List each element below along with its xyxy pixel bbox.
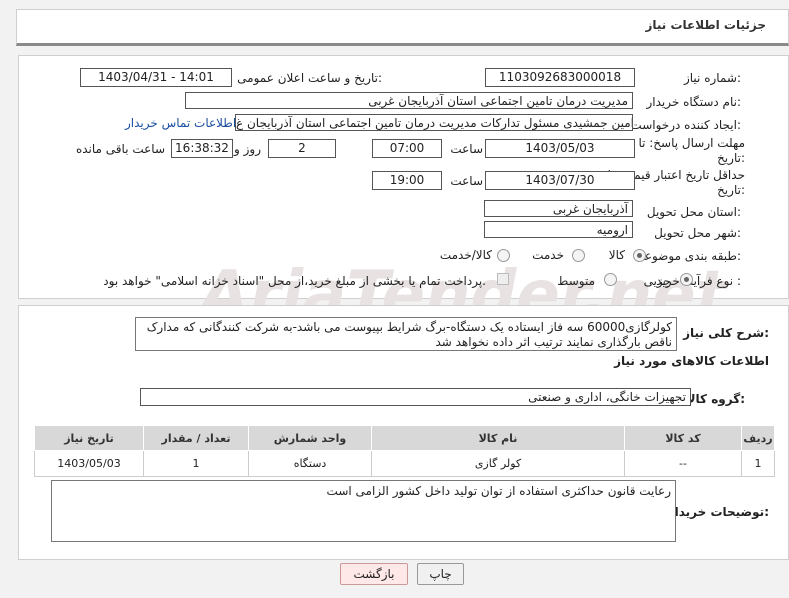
category-label: طبقه بندی موضوعی: (634, 249, 741, 263)
need-number-label: شماره نیاز: (683, 71, 741, 85)
page-title: جزئیات اطلاعات نیاز (645, 18, 766, 32)
treasury-payment-checkbox[interactable] (497, 273, 509, 285)
process-minor-radio[interactable] (680, 273, 693, 286)
contact-info-link[interactable]: اطلاعات تماس خریدار (125, 116, 236, 130)
cell-code: -- (624, 450, 742, 477)
description-text: کولرگازی60000 سه فاز ایستاده یک دستگاه-ب… (146, 320, 672, 349)
payment-note: پرداخت تمام یا بخشی از مبلغ خرید،از محل … (103, 274, 486, 288)
deadline-label: مهلت ارسال پاسخ: تا (638, 136, 745, 150)
goods-group-field[interactable]: تجهیزات خانگی، اداری و صنعتی (140, 388, 691, 406)
process-medium-label: متوسط (557, 274, 595, 288)
col-row: ردیف (741, 425, 775, 451)
deadline-time-label: ساعت (450, 142, 483, 156)
remaining-label: ساعت باقی مانده (75, 142, 165, 156)
days-label: روز و (234, 142, 261, 156)
category-service-radio[interactable] (572, 249, 585, 262)
need-number-field[interactable]: 1103092683000018 (485, 68, 635, 87)
deadline-date-label: تاریخ: (717, 151, 745, 165)
buyer-notes-box[interactable]: رعایت قانون حداکثری استفاده از توان تولی… (51, 480, 676, 542)
cell-row: 1 (741, 450, 775, 477)
category-goods-service-label: کالا/خدمت (439, 248, 492, 262)
col-quantity: تعداد / مقدار (143, 425, 249, 451)
creator-label: ایجاد کننده درخواست: (630, 118, 741, 132)
goods-section-title: اطلاعات کالاهای مورد نیاز (614, 354, 769, 368)
process-minor-label: جزیی (643, 274, 671, 288)
cell-unit: دستگاه (248, 450, 372, 477)
process-medium-radio[interactable] (604, 273, 617, 286)
category-goods-service-radio[interactable] (497, 249, 510, 262)
category-goods-radio[interactable] (633, 249, 646, 262)
goods-table: ردیف کد کالا نام کالا واحد شمارش تعداد /… (34, 425, 775, 477)
creator-field[interactable]: امین جمشیدی مسئول تدارکات مدیریت درمان ت… (235, 114, 633, 131)
days-field[interactable]: 2 (268, 139, 336, 158)
category-service-label: خدمت (532, 248, 564, 262)
category-goods-label: کالا (608, 248, 625, 262)
remaining-time-field[interactable]: 16:38:32 (171, 139, 233, 158)
buyer-notes-label: توضیحات خریدار: (667, 505, 769, 519)
city-field[interactable]: ارومیه (484, 221, 633, 238)
buyer-org-label: نام دستگاه خریدار: (646, 95, 742, 109)
buyer-notes-text: رعایت قانون حداکثری استفاده از توان تولی… (326, 484, 671, 498)
province-field[interactable]: آذربایجان غربی (484, 200, 633, 217)
col-code: کد کالا (624, 425, 742, 451)
col-name: نام کالا (371, 425, 625, 451)
description-box[interactable]: کولرگازی60000 سه فاز ایستاده یک دستگاه-ب… (135, 317, 677, 351)
goods-table-header: ردیف کد کالا نام کالا واحد شمارش تعداد /… (34, 425, 775, 451)
validity-date-field[interactable]: 1403/07/30 (485, 171, 635, 190)
cell-need-date: 1403/05/03 (34, 450, 144, 477)
city-label: شهر محل تحویل: (654, 226, 741, 240)
deadline-time-field[interactable]: 07:00 (372, 139, 442, 158)
validity-date-label: تاریخ: (717, 183, 745, 197)
announce-field[interactable]: 1403/04/31 - 14:01 (80, 68, 232, 87)
cell-quantity: 1 (143, 450, 249, 477)
col-need-date: تاریخ نیاز (34, 425, 144, 451)
validity-time-field[interactable]: 19:00 (372, 171, 442, 190)
col-unit: واحد شمارش (248, 425, 372, 451)
description-label: شرح کلی نیاز: (683, 326, 769, 340)
buyer-org-field[interactable]: مدیریت درمان تامین اجتماعی استان آذربایج… (185, 92, 633, 109)
cell-name: کولر گازی (371, 450, 625, 477)
province-label: استان محل تحویل: (646, 205, 741, 219)
deadline-date-field[interactable]: 1403/05/03 (485, 139, 635, 158)
announce-label: تاریخ و ساعت اعلان عمومی: (237, 71, 382, 85)
back-button[interactable]: بازگشت (340, 563, 408, 585)
table-row: 1 -- کولر گازی دستگاه 1 1403/05/03 (34, 450, 775, 477)
page-header: جزئیات اطلاعات نیاز (16, 9, 789, 46)
goods-group-label: گروه کالا: (686, 392, 745, 406)
validity-time-label: ساعت (450, 174, 483, 188)
print-button[interactable]: چاپ (417, 563, 464, 585)
